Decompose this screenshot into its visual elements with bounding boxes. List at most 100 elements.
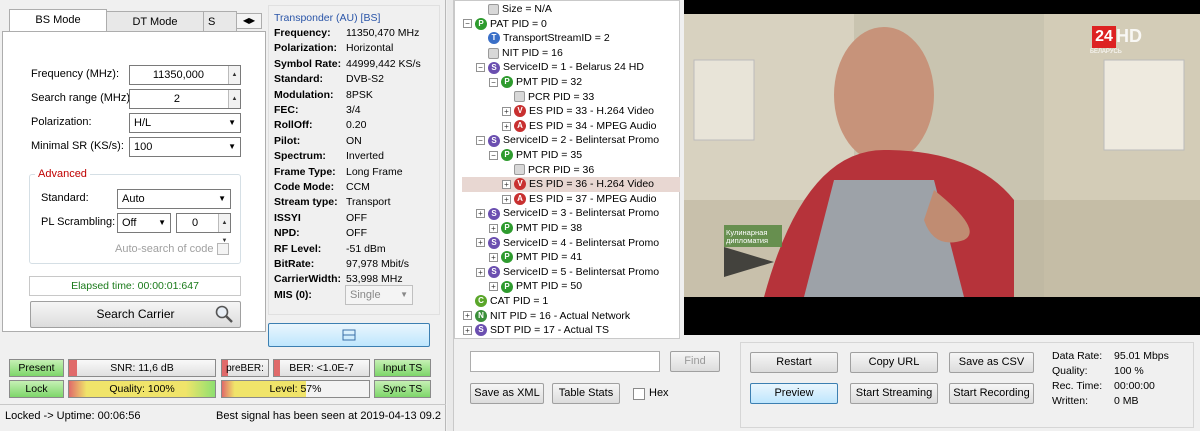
standard-select[interactable]: Auto ▼ <box>117 189 231 209</box>
expand-icon[interactable]: + <box>502 194 511 204</box>
find-input[interactable] <box>470 351 660 372</box>
tree-node[interactable]: + S ServiceID = 3 - Belintersat Promo <box>476 206 659 221</box>
collapse-icon[interactable]: − <box>489 150 498 160</box>
tab-s[interactable]: S <box>203 11 237 33</box>
transponder-key: Modulation: <box>274 88 334 101</box>
show-caption: Кулинарная дипломатия <box>726 228 769 245</box>
tab-scroll-arrows[interactable]: ◀▶ <box>236 13 262 29</box>
toggle-panel-button[interactable] <box>268 323 430 347</box>
hex-checkbox[interactable] <box>633 388 645 400</box>
collapse-icon[interactable]: − <box>476 136 485 146</box>
table-stats-button[interactable]: Table Stats <box>552 383 620 404</box>
transponder-title: Transponder (AU) [BS] <box>274 12 381 24</box>
copy-url-button[interactable]: Copy URL <box>850 352 938 373</box>
stat-value: 0 MB <box>1114 395 1139 407</box>
tree-node[interactable]: + S ServiceID = 5 - Belintersat Promo <box>476 265 659 280</box>
tree-node-label: ServiceID = 1 - Belarus 24 HD <box>503 61 644 74</box>
tree-node[interactable]: NIT PID = 16 <box>476 46 563 61</box>
frequency-label: Frequency (MHz): <box>31 68 120 80</box>
expand-icon[interactable]: + <box>502 121 511 131</box>
tree-node[interactable]: + S ServiceID = 4 - Belintersat Promo <box>476 236 659 251</box>
node-p-icon: P <box>501 76 513 89</box>
expand-icon[interactable]: + <box>502 106 511 116</box>
tree-node[interactable]: + N NIT PID = 16 - Actual Network <box>463 309 630 324</box>
tree-node[interactable]: + P PMT PID = 41 <box>489 250 582 265</box>
find-button[interactable]: Find <box>670 351 720 372</box>
tree-node[interactable]: − P PMT PID = 35 <box>489 148 582 163</box>
save-xml-button[interactable]: Save as XML <box>470 383 544 404</box>
tree-node-label: CAT PID = 1 <box>490 295 549 307</box>
min-sr-select[interactable]: 100 ▼ <box>129 137 241 157</box>
expand-icon[interactable]: + <box>476 209 485 219</box>
preber-indicator: preBER: <1... <box>221 359 269 377</box>
input-ts-indicator: Input TS <box>374 359 431 377</box>
save-csv-button[interactable]: Save as CSV <box>949 352 1034 373</box>
chevron-down-icon: ▼ <box>218 194 226 203</box>
polarization-select[interactable]: H/L ▼ <box>129 113 241 133</box>
tree-node[interactable]: + S SDT PID = 17 - Actual TS <box>463 323 609 338</box>
present-indicator: Present <box>9 359 64 377</box>
tree-node[interactable]: + P PMT PID = 38 <box>489 221 582 236</box>
tree-node[interactable]: − P PMT PID = 32 <box>489 75 582 90</box>
expand-icon[interactable]: + <box>489 282 498 292</box>
tree-node[interactable]: C CAT PID = 1 <box>463 294 548 309</box>
expand-icon[interactable]: + <box>489 223 498 233</box>
quality-bar: Quality: 100% <box>68 380 216 398</box>
tree-node[interactable]: Size = N/A <box>476 2 552 17</box>
transponder-key: BitRate: <box>274 258 315 270</box>
status-best-signal: Best signal has been seen at 2019-04-13 … <box>216 410 441 422</box>
node-a-icon: A <box>514 120 526 133</box>
tree-node[interactable]: PCR PID = 36 <box>502 163 594 178</box>
expand-icon[interactable]: + <box>463 311 472 321</box>
collapse-icon[interactable]: − <box>489 77 498 87</box>
splitter[interactable] <box>447 0 454 431</box>
transponder-key: RF Level: <box>274 242 322 255</box>
tab-dt-mode[interactable]: DT Mode <box>106 11 204 33</box>
tree-node-label: ES PID = 33 - H.264 Video <box>529 105 655 118</box>
tab-bs-mode[interactable]: BS Mode <box>9 9 107 32</box>
expand-icon[interactable]: + <box>476 267 485 277</box>
node-s-icon: S <box>488 61 500 74</box>
pl-code-spinner[interactable]: ▲ ▼ <box>218 214 230 244</box>
expand-icon[interactable]: + <box>502 179 511 189</box>
tree-node[interactable]: PCR PID = 33 <box>502 90 594 105</box>
tree-node[interactable]: − S ServiceID = 2 - Belintersat Promo <box>476 133 659 148</box>
stat-row: Rec. Time: 00:00:00 <box>1052 380 1194 392</box>
pl-scrambling-select[interactable]: Off ▼ <box>117 213 171 233</box>
node-s-icon: S <box>488 266 500 279</box>
elapsed-time: Elapsed time: 00:00:01:647 <box>29 276 241 296</box>
transponder-key: Frequency: <box>274 27 331 39</box>
collapse-icon[interactable]: − <box>476 63 485 73</box>
restart-button[interactable]: Restart <box>750 352 838 373</box>
search-carrier-button[interactable]: Search Carrier <box>30 301 241 328</box>
preview-button[interactable]: Preview <box>750 383 838 404</box>
tree-node[interactable]: + A ES PID = 37 - MPEG Audio <box>502 192 657 207</box>
search-range-input[interactable]: 2 ▲▼ <box>129 89 241 120</box>
tree-node[interactable]: T TransportStreamID = 2 <box>476 31 610 46</box>
start-streaming-button[interactable]: Start Streaming <box>850 383 938 404</box>
tree-node[interactable]: + V ES PID = 33 - H.264 Video <box>502 104 654 119</box>
tree-node[interactable]: − P PAT PID = 0 <box>463 17 547 32</box>
pl-scrambling-code-input[interactable]: 0 ▲ ▼ <box>176 213 231 244</box>
video-preview[interactable]: 24 HD БЕЛАРУСЬ Кулинарная дипломатия <box>684 0 1200 335</box>
stat-key: Quality: <box>1052 365 1088 377</box>
frequency-input[interactable]: 11350,000 ▲▼ <box>129 65 241 96</box>
tree-node[interactable]: − S ServiceID = 1 - Belarus 24 HD <box>476 60 644 75</box>
tree-node-label: Size = N/A <box>502 3 552 15</box>
autosearch-checkbox[interactable] <box>217 243 229 255</box>
expand-icon[interactable]: + <box>489 252 498 262</box>
collapse-icon[interactable]: − <box>463 19 472 29</box>
node-p-icon: P <box>501 251 513 264</box>
transponder-value: OFF <box>346 211 367 224</box>
frequency-spinner[interactable]: ▲▼ <box>228 66 240 96</box>
search-range-spinner[interactable]: ▲▼ <box>228 90 240 120</box>
expand-icon[interactable]: + <box>463 325 472 335</box>
start-recording-button[interactable]: Start Recording <box>949 383 1034 404</box>
mis-select[interactable]: Single ▼ <box>345 285 413 305</box>
expand-icon[interactable]: + <box>476 238 485 248</box>
tree-node[interactable]: + A ES PID = 34 - MPEG Audio <box>502 119 657 134</box>
transponder-row: Pilot: ON <box>274 135 444 147</box>
tree-node[interactable]: + P PMT PID = 50 <box>489 279 582 294</box>
pid-tree[interactable]: Size = N/A − P PAT PID = 0 T TransportStreamI… <box>454 0 722 339</box>
node-p-icon: P <box>475 17 487 30</box>
